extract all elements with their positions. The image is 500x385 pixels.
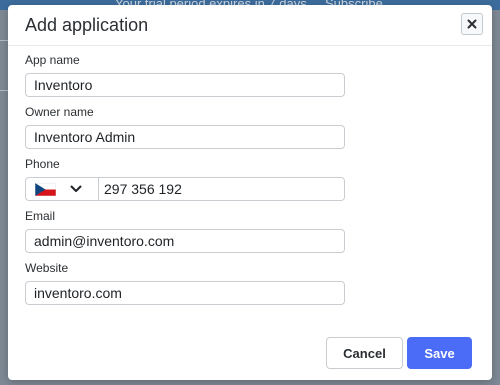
website-label: Website (25, 261, 69, 275)
website-input[interactable] (25, 281, 345, 305)
owner-name-field: Owner name (25, 104, 345, 149)
dialog-header: Add application (8, 5, 492, 46)
owner-name-label: Owner name (25, 105, 94, 119)
close-icon (467, 19, 477, 29)
country-code-select[interactable] (26, 178, 99, 200)
email-label: Email (25, 209, 56, 223)
add-application-dialog: Add application App name Owner name Phon… (8, 5, 492, 380)
owner-name-input[interactable] (25, 125, 345, 149)
phone-group (25, 177, 345, 201)
dialog-footer: Cancel Save (8, 337, 492, 371)
email-field: Email (25, 208, 345, 253)
dialog-title: Add application (25, 15, 149, 35)
phone-label: Phone (25, 157, 60, 171)
app-name-input[interactable] (25, 73, 345, 97)
flag-cz-icon (35, 183, 56, 196)
phone-field: Phone (25, 156, 345, 201)
phone-input[interactable] (99, 178, 344, 200)
app-name-field: App name (25, 52, 345, 97)
website-field: Website (25, 260, 345, 305)
chevron-down-icon (70, 185, 82, 192)
app-name-label: App name (25, 53, 80, 67)
close-button[interactable] (461, 13, 483, 35)
cancel-button[interactable]: Cancel (326, 337, 403, 369)
save-button[interactable]: Save (407, 337, 472, 369)
application-form: App name Owner name Phone (25, 52, 345, 305)
email-input[interactable] (25, 229, 345, 253)
